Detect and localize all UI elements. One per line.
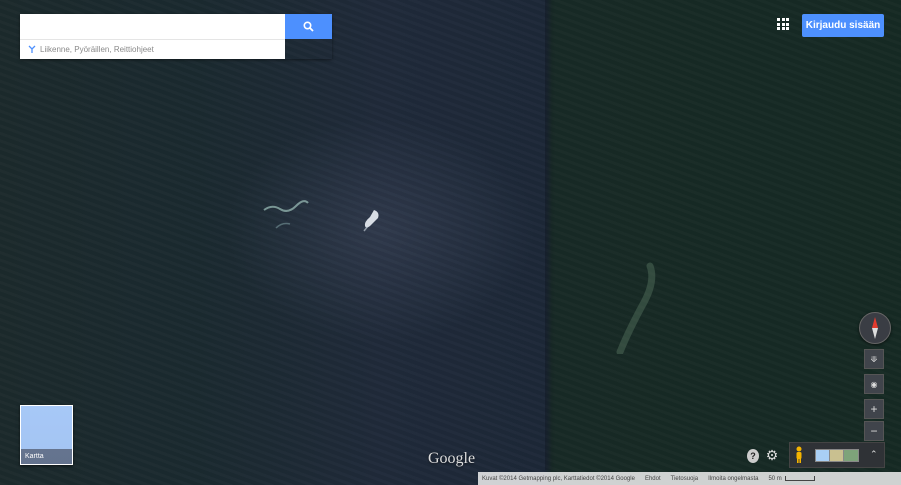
apps-grid-icon[interactable] xyxy=(777,18,789,30)
google-logo: Google xyxy=(428,450,476,467)
boat-wake xyxy=(263,200,309,229)
pegman-icon[interactable] xyxy=(794,446,804,464)
compass-icon[interactable] xyxy=(859,312,891,344)
scale-indicator[interactable]: 50 m xyxy=(768,475,815,482)
zoom-out-button[interactable]: − xyxy=(864,421,884,441)
sign-in-button[interactable]: Kirjaudu sisään xyxy=(802,14,884,37)
expand-icon[interactable]: ⌃ xyxy=(870,449,878,460)
attribution-bar: Kuvat ©2014 Getmapping plc, Karttatiedot… xyxy=(478,472,901,485)
map-view-toggle[interactable]: Kartta xyxy=(20,405,73,465)
layers-shortcuts[interactable]: Liikenne, Pyöräillen, Reittiohjeet xyxy=(20,39,285,59)
copyright-text: Kuvat ©2014 Getmapping plc, Karttatiedot… xyxy=(482,475,635,482)
route-icon xyxy=(28,45,36,53)
satellite-map[interactable] xyxy=(0,0,901,485)
search-icon xyxy=(303,21,314,32)
search-button[interactable] xyxy=(285,14,332,39)
help-icon[interactable]: ? xyxy=(747,449,759,463)
my-location-button[interactable]: ◉ xyxy=(864,374,884,394)
scale-label: 50 m xyxy=(768,475,782,482)
tilt-button[interactable]: ⟱ xyxy=(864,349,884,369)
boat xyxy=(363,210,379,232)
layers-text: Liikenne, Pyöräillen, Reittiohjeet xyxy=(40,45,154,54)
scale-bar xyxy=(784,476,815,481)
search-box: Liikenne, Pyöräillen, Reittiohjeet xyxy=(20,14,332,59)
imagery-thumb-3[interactable] xyxy=(843,449,859,462)
zoom-in-button[interactable]: + xyxy=(864,399,884,419)
imagery-seam xyxy=(545,0,555,470)
privacy-link[interactable]: Tietosuoja xyxy=(671,476,698,482)
search-input[interactable] xyxy=(20,14,285,39)
report-problem-link[interactable]: Ilmoita ongelmasta xyxy=(708,476,758,482)
water-streak xyxy=(616,262,656,354)
gear-icon[interactable]: ⚙ xyxy=(765,447,779,463)
terms-link[interactable]: Ehdot xyxy=(645,476,661,482)
minimap-label: Kartta xyxy=(21,449,72,464)
